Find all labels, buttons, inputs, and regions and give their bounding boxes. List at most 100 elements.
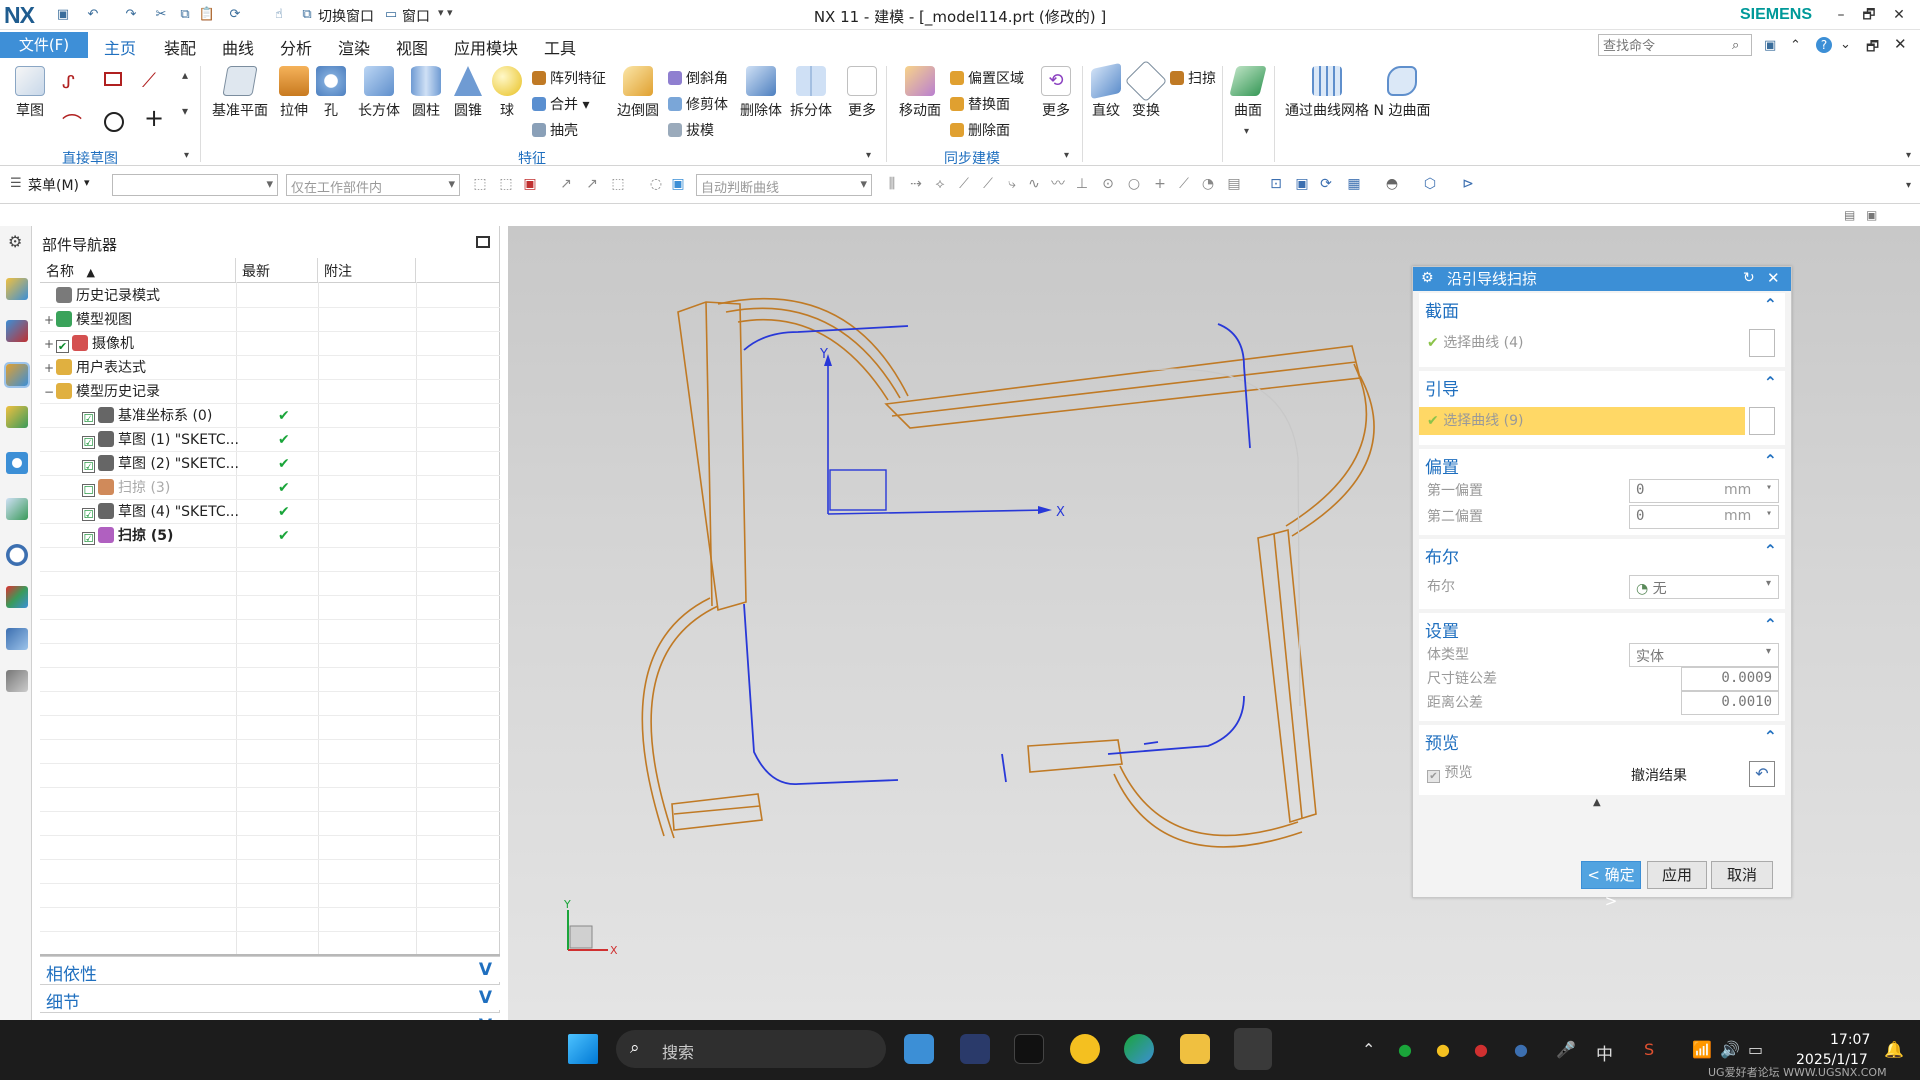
taskbar-search[interactable]: ⌕ 搜索: [616, 1030, 886, 1068]
expand-toggle-icon[interactable]: +: [44, 332, 56, 356]
arc-icon[interactable]: ⌒: [62, 108, 82, 137]
app-tray-icon[interactable]: ●: [1436, 1040, 1450, 1059]
gear-icon[interactable]: ⚙: [1421, 270, 1434, 286]
app-cat-icon[interactable]: [960, 1034, 990, 1064]
navigator-row[interactable]: ☑ 草图 (4) "SKETC... ✔: [40, 500, 530, 524]
collapse-icon[interactable]: ⌃: [1764, 373, 1777, 392]
curve-rule-icon[interactable]: ◌: [648, 176, 664, 192]
visibility-checkbox[interactable]: ☑: [82, 460, 95, 473]
box-select-icon[interactable]: ⬚: [610, 176, 626, 192]
tab-view[interactable]: 视图: [396, 35, 428, 59]
constraint-navigator-icon[interactable]: [6, 320, 28, 342]
circle-icon[interactable]: [104, 112, 124, 132]
ribbon-options-icon[interactable]: ▾: [1906, 150, 1911, 161]
tray-expand-icon[interactable]: ⌃: [1362, 1040, 1375, 1059]
trim-body-button[interactable]: 修剪体: [668, 94, 728, 114]
view-zoom-icon[interactable]: ▣: [1294, 176, 1310, 192]
curve-select-icon[interactable]: [1749, 329, 1775, 357]
navigator-row[interactable]: ☑ 扫掠 (5) ✔: [40, 524, 530, 548]
tab-curve[interactable]: 曲线: [222, 35, 254, 59]
boolean-select[interactable]: ◔ 无 ▾: [1629, 575, 1779, 599]
expand-toggle-icon[interactable]: +: [44, 356, 56, 380]
curve-rule-select[interactable]: 自动判断曲线: [696, 174, 872, 196]
navigator-row[interactable]: − 模型历史记录: [40, 380, 530, 404]
volume-icon[interactable]: 🔊: [1720, 1040, 1740, 1059]
select-all-icon[interactable]: ⬚: [472, 176, 488, 192]
restore-button[interactable]: 🗗: [1858, 4, 1880, 26]
hd3d-tools-icon[interactable]: [6, 452, 28, 474]
block-button[interactable]: 长方体: [356, 66, 402, 120]
second-offset-input[interactable]: 0 mm ▾: [1629, 505, 1779, 529]
view-fit-icon[interactable]: ⊡: [1268, 176, 1284, 192]
microphone-icon[interactable]: 🎤: [1556, 1040, 1576, 1059]
snap-quadrant-icon[interactable]: ∿: [1026, 176, 1042, 192]
select-feature-icon[interactable]: ↗: [558, 176, 574, 192]
app-yellow-icon[interactable]: [1070, 1034, 1100, 1064]
nx-taskbar-icon[interactable]: [1234, 1028, 1272, 1070]
menu-button[interactable]: 菜单(M): [28, 175, 79, 195]
through-curve-mesh-button[interactable]: 通过曲线网格: [1280, 66, 1374, 120]
cylinder-button[interactable]: 圆柱: [408, 66, 444, 120]
ruled-button[interactable]: 直纹: [1088, 62, 1124, 120]
wifi-icon[interactable]: 📶: [1692, 1040, 1712, 1059]
expand-toggle-icon[interactable]: +: [44, 308, 56, 332]
visibility-checkbox[interactable]: ☐: [82, 484, 95, 497]
navigator-row[interactable]: ☑ 草图 (1) "SKETC... ✔: [40, 428, 530, 452]
orient-view-icon[interactable]: ⬡: [1422, 176, 1438, 192]
navigator-row[interactable]: + 用户表达式: [40, 356, 530, 380]
navigator-row[interactable]: 历史记录模式: [40, 284, 530, 308]
datum-plane-button[interactable]: 基准平面: [210, 66, 270, 120]
transform-button[interactable]: 变换: [1124, 59, 1168, 120]
edge-blend-button[interactable]: 边倒圆: [614, 66, 662, 120]
replace-face-button[interactable]: 替换面: [950, 94, 1010, 114]
command-search-input[interactable]: [1598, 34, 1752, 56]
delete-body-button[interactable]: 删除体: [736, 66, 786, 120]
sketch-button[interactable]: 草图: [8, 66, 52, 120]
move-face-button[interactable]: 移动面: [892, 66, 948, 120]
system-materials-icon[interactable]: [6, 586, 28, 608]
point-icon[interactable]: +: [144, 104, 164, 132]
n-sided-surface-button[interactable]: N 边曲面: [1372, 66, 1432, 120]
expand-toggle-icon[interactable]: −: [44, 380, 56, 404]
deselect-icon[interactable]: ⬚: [498, 176, 514, 192]
tab-application[interactable]: 应用模块: [454, 35, 518, 59]
wechat-tray-icon[interactable]: ●: [1398, 1040, 1412, 1059]
snap-midpoint-icon[interactable]: ⇢: [908, 176, 924, 192]
tile-icon[interactable]: ▤: [1844, 208, 1855, 222]
clock-time[interactable]: 17:07: [1830, 1032, 1870, 1048]
hole-button[interactable]: 孔: [316, 66, 346, 120]
part-navigator-icon[interactable]: [4, 362, 30, 388]
tab-render[interactable]: 渲染: [338, 35, 370, 59]
distance-tolerance-input[interactable]: 0.0010: [1681, 691, 1779, 715]
navigator-row[interactable]: ☑ 草图 (2) "SKETC... ✔: [40, 452, 530, 476]
collapse-icon[interactable]: ⌃: [1764, 295, 1777, 314]
reuse-library-icon[interactable]: [6, 406, 28, 428]
sketch-scroll-up-icon[interactable]: ▴: [182, 68, 188, 82]
visibility-checkbox[interactable]: ☑: [82, 532, 95, 545]
first-offset-input[interactable]: 0 mm ▾: [1629, 479, 1779, 503]
curve-rule-active-icon[interactable]: ▣: [670, 176, 686, 192]
offset-region-button[interactable]: 偏置区域: [950, 68, 1024, 88]
minimize-button[interactable]: –: [1830, 4, 1852, 26]
close-window-button[interactable]: ✕: [1888, 4, 1910, 26]
resource-settings-icon[interactable]: ⚙: [8, 232, 22, 251]
edge-browser-icon[interactable]: [1124, 1034, 1154, 1064]
snap-point-on-curve-icon[interactable]: 〰: [1050, 176, 1066, 192]
surface-dropdown-icon[interactable]: ▾: [1244, 126, 1249, 137]
section-select-curve[interactable]: ✔ 选择曲线 (4): [1427, 331, 1523, 355]
sketch-scroll-more-icon[interactable]: ▾: [182, 104, 188, 118]
app-qq-icon[interactable]: [1014, 1034, 1044, 1064]
snap-bounded-icon[interactable]: ⟋: [1176, 176, 1192, 192]
navigator-row[interactable]: + 模型视图: [40, 308, 530, 332]
reset-icon[interactable]: ↻: [1743, 270, 1755, 286]
shell-button[interactable]: 抽壳: [532, 120, 578, 140]
more-features-button[interactable]: 更多: [844, 66, 880, 120]
collapse-icon[interactable]: ⌃: [1764, 615, 1777, 634]
extrude-button[interactable]: 拉伸: [276, 66, 312, 120]
start-icon[interactable]: [568, 1034, 598, 1064]
battery-icon[interactable]: ▭: [1748, 1040, 1763, 1059]
sync-group-menu-icon[interactable]: ▾: [1064, 150, 1069, 161]
file-explorer-icon[interactable]: [1180, 1034, 1210, 1064]
app2-tray-icon[interactable]: ●: [1474, 1040, 1488, 1059]
line-icon[interactable]: ⟋: [142, 68, 156, 92]
